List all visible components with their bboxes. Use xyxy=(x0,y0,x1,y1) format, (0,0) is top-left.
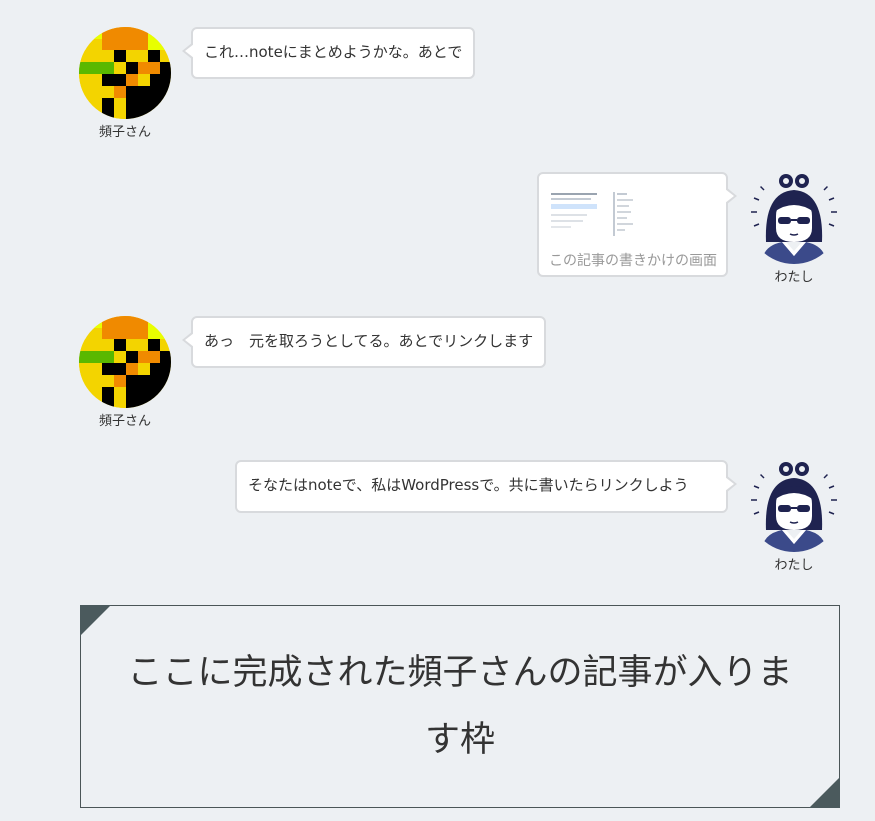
speech-bubble: これ…noteにまとめようかな。あとで xyxy=(181,27,476,79)
speech-text: そなたはnoteで、私はWordPressで。共に書いたらリンクしよう xyxy=(248,476,689,494)
speech-text: あっ 元を取ろうとしてる。あとでリンクします xyxy=(204,332,534,350)
speaker-name: 頻子さん xyxy=(98,414,151,429)
speech-text: これ…noteにまとめようかな。あとで xyxy=(204,43,463,61)
pixel-art-avatar-icon xyxy=(79,316,171,408)
article-draft-screenshot-thumbnail[interactable] xyxy=(549,184,643,240)
article-placeholder-text: ここに完成された頻子さんの記事が入ります枠 xyxy=(127,653,793,760)
speaker-name: わたし xyxy=(774,558,814,573)
corner-decoration-bottom-right xyxy=(809,777,840,808)
speech-bubble: あっ 元を取ろうとしてる。あとでリンクします xyxy=(181,316,547,368)
sunglasses-character-avatar-icon xyxy=(748,172,840,264)
pixel-art-avatar-icon xyxy=(79,27,171,119)
sunglasses-character-avatar-icon xyxy=(748,460,840,552)
speech-bubble: この記事の書きかけの画面 xyxy=(537,172,737,277)
corner-decoration-top-left xyxy=(80,605,111,636)
speaker-avatar-block: わたし xyxy=(748,460,840,573)
speaker-avatar-block: 頻子さん xyxy=(79,316,171,429)
speaker-avatar-block: わたし xyxy=(748,172,840,285)
speaker-avatar-block: 頻子さん xyxy=(79,27,171,140)
speaker-name: わたし xyxy=(774,270,814,285)
article-placeholder-box: ここに完成された頻子さんの記事が入ります枠 xyxy=(80,605,840,808)
image-caption: この記事の書きかけの画面 xyxy=(549,253,717,269)
speaker-name: 頻子さん xyxy=(98,125,151,140)
speech-bubble: そなたはnoteで、私はWordPressで。共に書いたらリンクしよう xyxy=(235,460,737,513)
